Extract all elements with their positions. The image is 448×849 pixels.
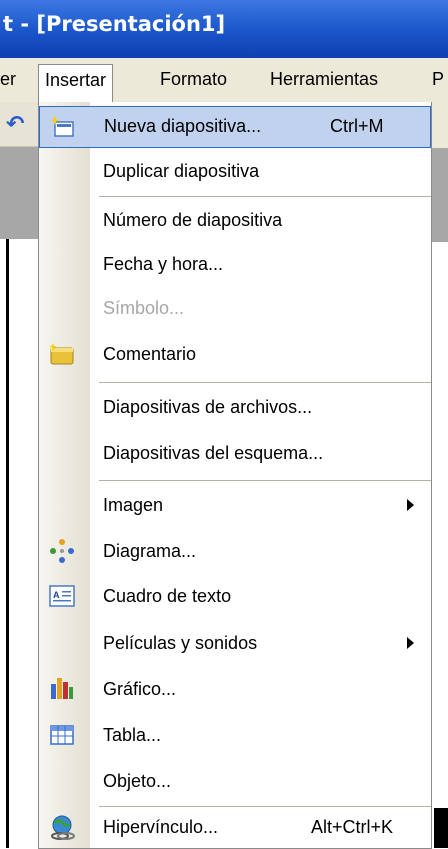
menu-item-hipervinculo[interactable]: Hipervínculo... Alt+Ctrl+K: [39, 808, 431, 848]
menu-separator: [99, 382, 431, 383]
insertar-dropdown-menu: Nueva diapositiva... Ctrl+M Duplicar dia…: [38, 102, 432, 849]
menu-item-label: Símbolo...: [103, 298, 185, 318]
menu-item-label: Gráfico...: [103, 679, 177, 699]
right-slide-area: [432, 242, 448, 848]
menu-separator: [99, 806, 431, 807]
submenu-arrow-icon: [407, 637, 414, 649]
submenu-arrow-icon: [407, 499, 414, 511]
menu-item-comentario[interactable]: Comentario: [39, 330, 431, 380]
textbox-icon: A: [49, 583, 75, 609]
menu-item-fecha-hora[interactable]: Fecha y hora...: [39, 242, 431, 286]
menu-insertar[interactable]: Insertar: [38, 64, 114, 103]
menu-item-numero-diapositiva[interactable]: Número de diapositiva: [39, 198, 431, 242]
menu-item-grafico[interactable]: Gráfico...: [39, 666, 431, 712]
menu-presentacion[interactable]: P: [426, 64, 448, 94]
hyperlink-icon: [49, 815, 75, 841]
menu-separator: [99, 480, 431, 481]
slide-pane-header: [0, 147, 38, 239]
right-gray-area: [432, 148, 448, 242]
menu-formato[interactable]: Formato: [154, 64, 233, 94]
menu-item-imagen[interactable]: Imagen: [39, 482, 431, 528]
menu-item-objeto[interactable]: Objeto...: [39, 758, 431, 804]
menu-item-label: Nueva diapositiva...: [104, 116, 262, 136]
menu-item-shortcut: Ctrl+M: [330, 116, 384, 136]
window-title: t - [Presentación1]: [3, 12, 226, 36]
menu-item-cuadro-texto[interactable]: A Cuadro de texto: [39, 574, 431, 620]
menu-item-diapositivas-archivos[interactable]: Diapositivas de archivos...: [39, 384, 431, 430]
window-titlebar: t - [Presentación1]: [0, 0, 448, 58]
menu-item-label: Duplicar diapositiva: [103, 161, 260, 181]
menu-item-tabla[interactable]: Tabla...: [39, 712, 431, 758]
menu-item-peliculas-sonidos[interactable]: Películas y sonidos: [39, 620, 431, 666]
menu-item-diapositivas-esquema[interactable]: Diapositivas del esquema...: [39, 430, 431, 478]
svg-text:A: A: [53, 590, 60, 600]
menu-item-shortcut: Alt+Ctrl+K: [311, 817, 394, 837]
menu-item-label: Imagen: [103, 495, 164, 515]
diagram-icon: [49, 538, 75, 564]
new-slide-icon: [50, 114, 76, 140]
menu-item-label: Hipervínculo...: [103, 817, 219, 837]
chart-icon: [49, 675, 75, 701]
menu-item-label: Fecha y hora...: [103, 254, 224, 274]
menu-herramientas[interactable]: Herramientas: [264, 64, 384, 94]
menu-item-nueva-diapositiva[interactable]: Nueva diapositiva... Ctrl+M: [39, 106, 431, 148]
menu-item-duplicar-diapositiva[interactable]: Duplicar diapositiva: [39, 150, 431, 194]
menu-item-label: Diagrama...: [103, 541, 197, 561]
menu-item-label: Diapositivas del esquema...: [103, 443, 324, 463]
menu-bar: er Insertar Formato Herramientas P: [0, 58, 448, 103]
menu-item-simbolo: Símbolo...: [39, 286, 431, 330]
undo-icon[interactable]: ↶: [6, 112, 24, 137]
menu-separator: [99, 196, 431, 197]
menu-item-label: Diapositivas de archivos...: [103, 397, 313, 417]
comment-icon: [49, 342, 75, 368]
menu-item-label: Cuadro de texto: [103, 586, 232, 606]
right-slide-edge: [434, 808, 448, 848]
menu-item-label: Objeto...: [103, 771, 172, 791]
menu-item-label: Tabla...: [103, 725, 162, 745]
slide-edge: [6, 239, 9, 848]
menu-ver[interactable]: er: [0, 64, 22, 94]
menu-item-label: Número de diapositiva: [103, 210, 283, 230]
menu-item-label: Comentario: [103, 344, 197, 364]
table-icon: [49, 722, 75, 748]
menu-item-diagrama[interactable]: Diagrama...: [39, 528, 431, 574]
menu-item-label: Películas y sonidos: [103, 633, 258, 653]
